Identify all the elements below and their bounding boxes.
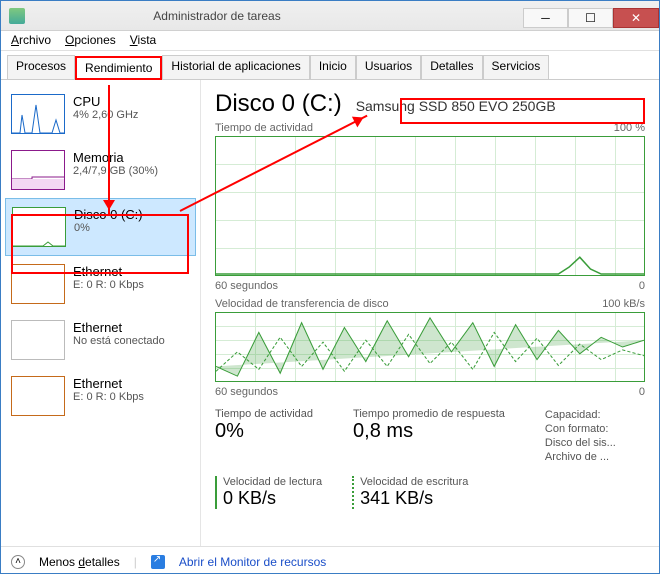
ethernet-thumb: [11, 376, 65, 416]
stat-resp-label: Tiempo promedio de respuesta: [353, 408, 505, 420]
tabs: Procesos Rendimiento Historial de aplica…: [1, 51, 659, 80]
menubar: Archivo Opciones Vista: [1, 31, 659, 51]
sidebar-label: Ethernet: [73, 376, 144, 391]
window-title: Administrador de tareas: [31, 9, 523, 23]
annotation-arrow-down: [108, 85, 110, 215]
sidebar-sub: E: 0 R: 0 Kbps: [73, 279, 144, 291]
chart2-xright: 0: [639, 386, 645, 398]
chart1-xleft: 60 segundos: [215, 280, 278, 292]
write-label: Velocidad de escritura: [360, 476, 468, 488]
read-label: Velocidad de lectura: [223, 476, 322, 488]
maximize-button[interactable]: ☐: [568, 8, 613, 28]
stat-active-value: 0%: [215, 420, 313, 443]
tab-detalles[interactable]: Detalles: [421, 55, 482, 79]
stat-resp-value: 0,8 ms: [353, 420, 505, 443]
footer: ˄ Menos detalles | Abrir el Monitor de r…: [1, 546, 659, 576]
cap-label-3: Archivo de ...: [545, 450, 616, 464]
sidebar-item-cpu[interactable]: CPU 4% 2,60 GHz: [5, 86, 196, 142]
sidebar-label: Ethernet: [73, 264, 144, 279]
sidebar-item-disco[interactable]: Disco 0 (C:) 0%: [5, 198, 196, 256]
titlebar: Administrador de tareas ─ ☐ ✕: [1, 1, 659, 31]
chart2-label: Velocidad de transferencia de disco: [215, 298, 389, 310]
cap-label-1: Con formato:: [545, 422, 616, 436]
sidebar-item-ethernet-1[interactable]: Ethernet E: 0 R: 0 Kbps: [5, 256, 196, 312]
chart1-xright: 0: [639, 280, 645, 292]
read-value: 0 KB/s: [223, 488, 322, 509]
sidebar-sub: 4% 2,60 GHz: [73, 109, 138, 121]
tab-inicio[interactable]: Inicio: [310, 55, 356, 79]
cpu-thumb: [11, 94, 65, 134]
transfer-chart: [215, 312, 645, 382]
ethernet-thumb: [11, 320, 65, 360]
less-details-link[interactable]: Menos detalles: [39, 555, 120, 569]
main-panel: Disco 0 (C:) Samsung SSD 850 EVO 250GB T…: [201, 80, 659, 546]
device-name: Samsung SSD 850 EVO 250GB: [356, 98, 556, 114]
minimize-button[interactable]: ─: [523, 8, 568, 28]
tab-rendimiento[interactable]: Rendimiento: [75, 56, 162, 80]
tab-usuarios[interactable]: Usuarios: [356, 55, 421, 79]
content: CPU 4% 2,60 GHz Memoria 2,4/7,9 GB (30%)…: [1, 80, 659, 546]
resmon-icon: [151, 555, 165, 569]
sidebar-sub: No está conectado: [73, 335, 165, 347]
sidebar-sub: 0%: [74, 222, 143, 234]
cap-label-0: Capacidad:: [545, 408, 616, 422]
chart1-label: Tiempo de actividad: [215, 122, 313, 134]
sidebar-item-ethernet-3[interactable]: Ethernet E: 0 R: 0 Kbps: [5, 368, 196, 424]
chart2-right: 100 kB/s: [602, 298, 645, 310]
sidebar-label: CPU: [73, 94, 138, 109]
cap-label-2: Disco del sis...: [545, 436, 616, 450]
chart2-xleft: 60 segundos: [215, 386, 278, 398]
memory-thumb: [11, 150, 65, 190]
activity-chart: [215, 136, 645, 276]
sidebar-sub: E: 0 R: 0 Kbps: [73, 391, 144, 403]
sidebar-sub: 2,4/7,9 GB (30%): [73, 165, 158, 177]
close-button[interactable]: ✕: [613, 8, 659, 28]
sidebar-label: Ethernet: [73, 320, 165, 335]
disk-thumb: [12, 207, 66, 247]
stat-active-label: Tiempo de actividad: [215, 408, 313, 420]
tab-procesos[interactable]: Procesos: [7, 55, 75, 79]
menu-vista[interactable]: Vista: [130, 33, 156, 48]
tab-historial[interactable]: Historial de aplicaciones: [162, 55, 309, 79]
tab-servicios[interactable]: Servicios: [483, 55, 550, 79]
write-value: 341 KB/s: [360, 488, 468, 509]
menu-archivo[interactable]: Archivo: [11, 33, 51, 48]
collapse-icon[interactable]: ˄: [11, 555, 25, 569]
app-icon: [9, 8, 25, 24]
sidebar-item-ethernet-2[interactable]: Ethernet No está conectado: [5, 312, 196, 368]
sidebar-label: Memoria: [73, 150, 158, 165]
sidebar-item-memoria[interactable]: Memoria 2,4/7,9 GB (30%): [5, 142, 196, 198]
page-title: Disco 0 (C:): [215, 90, 342, 118]
menu-opciones[interactable]: Opciones: [65, 33, 116, 48]
ethernet-thumb: [11, 264, 65, 304]
sidebar: CPU 4% 2,60 GHz Memoria 2,4/7,9 GB (30%)…: [1, 80, 201, 546]
chart1-right: 100 %: [614, 122, 645, 134]
open-resmon-link[interactable]: Abrir el Monitor de recursos: [179, 555, 326, 569]
